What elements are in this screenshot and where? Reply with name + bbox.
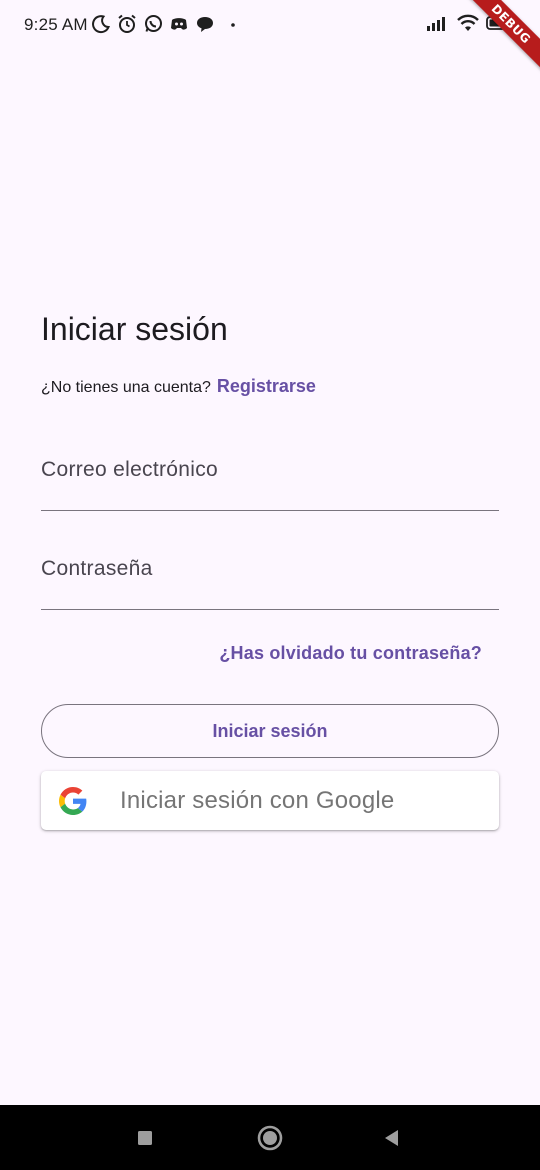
discord-icon bbox=[168, 13, 190, 35]
page-title: Iniciar sesión bbox=[41, 311, 228, 347]
forgot-password-link[interactable]: ¿Has olvidado tu contraseña? bbox=[219, 643, 482, 664]
email-input[interactable] bbox=[41, 458, 499, 482]
navigation-bar bbox=[0, 1105, 540, 1170]
chat-bubble-icon bbox=[194, 13, 216, 35]
no-account-text: ¿No tienes una cuenta? bbox=[41, 379, 211, 396]
google-logo-icon bbox=[58, 786, 88, 816]
recent-apps-icon[interactable] bbox=[131, 1124, 159, 1152]
home-icon[interactable] bbox=[256, 1124, 284, 1152]
register-link[interactable]: Registrarse bbox=[217, 376, 316, 397]
wifi-icon bbox=[456, 13, 480, 38]
status-time: 9:25 AM bbox=[24, 15, 88, 34]
password-field[interactable] bbox=[41, 549, 499, 610]
moon-icon bbox=[90, 13, 112, 35]
password-input[interactable] bbox=[41, 557, 499, 581]
back-icon[interactable] bbox=[378, 1124, 406, 1152]
status-bar: 9:25 AM DEBUG bbox=[0, 0, 540, 78]
debug-banner: DEBUG bbox=[457, 0, 540, 78]
register-prompt: ¿No tienes una cuenta? Registrarse bbox=[41, 376, 316, 397]
dot-icon bbox=[220, 13, 242, 35]
alarm-icon bbox=[116, 13, 138, 35]
notification-icons bbox=[90, 13, 242, 35]
google-button-label: Iniciar sesión con Google bbox=[120, 786, 395, 814]
signal-icon bbox=[426, 14, 450, 37]
login-button[interactable]: Iniciar sesión bbox=[41, 704, 499, 758]
google-sign-in-button[interactable]: Iniciar sesión con Google bbox=[41, 771, 499, 830]
email-field[interactable] bbox=[41, 450, 499, 511]
whatsapp-icon bbox=[142, 13, 164, 35]
